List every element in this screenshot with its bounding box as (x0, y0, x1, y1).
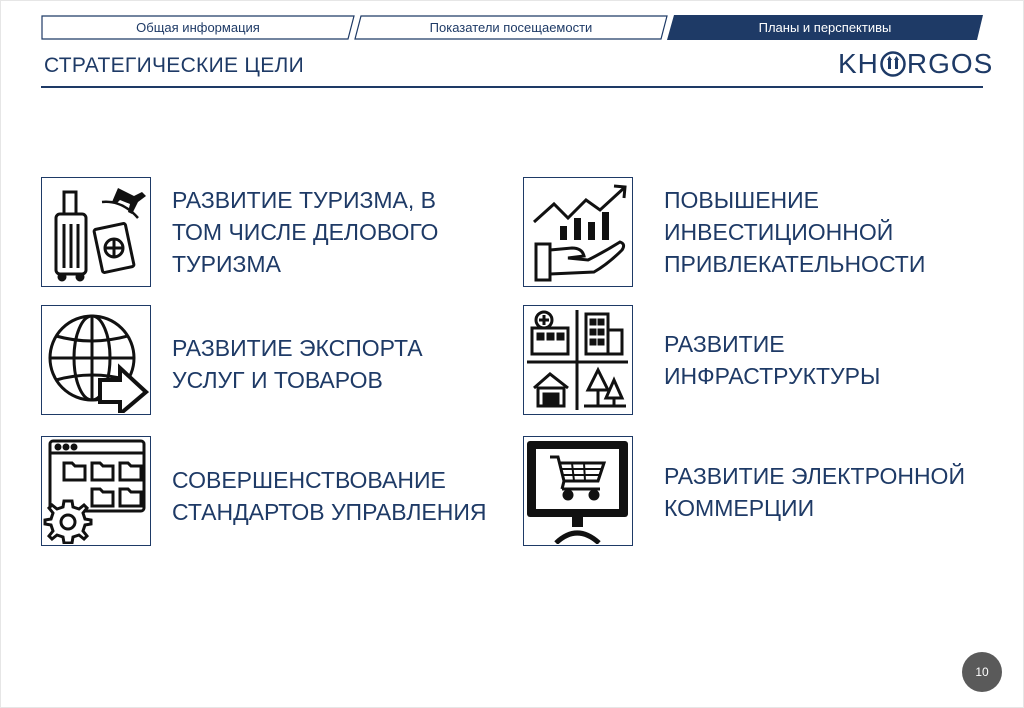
investment-growth-icon (523, 177, 633, 287)
goal-text-line: РАЗВИТИЕ (664, 331, 785, 357)
goal-text-line: СОВЕРШЕНСТВОВАНИЕ (172, 467, 446, 493)
page-title: СТРАТЕГИЧЕСКИЕ ЦЕЛИ (44, 54, 305, 77)
goal-text-line: ТОМ ЧИСЛЕ ДЕЛОВОГО (172, 219, 439, 245)
goal-tourism-text: РАЗВИТИЕ ТУРИЗМА, В ТОМ ЧИСЛЕ ДЕЛОВОГО Т… (172, 184, 438, 280)
goal-infrastructure-text: РАЗВИТИЕ ИНФРАСТРУКТУРЫ (664, 328, 880, 392)
tab-label: Показатели посещаемости (429, 20, 593, 35)
management-standards-icon (41, 436, 151, 546)
goal-text-line: ТУРИЗМА (172, 251, 281, 277)
goal-text-line: РАЗВИТИЕ ЭЛЕКТРОННОЙ (664, 463, 965, 489)
tab-general-info[interactable]: Общая информация (41, 15, 355, 40)
logo-text-start: KH (838, 48, 879, 79)
goal-text-line: ПРИВЛЕКАТЕЛЬНОСТИ (664, 251, 926, 277)
section-tabs: Общая информация Показатели посещаемости… (41, 15, 983, 40)
title-underline (41, 86, 983, 88)
goal-management-text: СОВЕРШЕНСТВОВАНИЕ СТАНДАРТОВ УПРАВЛЕНИЯ (172, 464, 487, 528)
tab-label: Планы и перспективы (758, 20, 892, 35)
tab-label: Общая информация (136, 20, 260, 35)
goal-export-text: РАЗВИТИЕ ЭКСПОРТА УСЛУГ И ТОВАРОВ (172, 332, 423, 396)
globe-export-icon (41, 305, 151, 415)
logo-text-end: RGOS (906, 48, 994, 79)
infrastructure-icon (523, 305, 633, 415)
goal-text-line: ПОВЫШЕНИЕ (664, 187, 820, 213)
page-number-badge: 10 (962, 652, 1002, 692)
goal-text-line: КОММЕРЦИИ (664, 495, 815, 521)
goal-text-line: РАЗВИТИЕ ТУРИЗМА, В (172, 187, 437, 213)
goal-text-line: ИНВЕСТИЦИОННОЙ (664, 219, 894, 245)
ecommerce-icon (523, 436, 633, 546)
goal-text-line: РАЗВИТИЕ ЭКСПОРТА (172, 335, 423, 361)
logo-emblem-icon (880, 51, 906, 77)
tab-attendance[interactable]: Показатели посещаемости (354, 15, 668, 40)
goal-text-line: СТАНДАРТОВ УПРАВЛЕНИЯ (172, 499, 487, 525)
tab-plans[interactable]: Планы и перспективы (667, 15, 983, 40)
goal-investment-text: ПОВЫШЕНИЕ ИНВЕСТИЦИОННОЙ ПРИВЛЕКАТЕЛЬНОС… (664, 184, 925, 280)
goal-text-line: УСЛУГ И ТОВАРОВ (172, 367, 383, 393)
travel-luggage-icon (41, 177, 151, 287)
goal-ecommerce-text: РАЗВИТИЕ ЭЛЕКТРОННОЙ КОММЕРЦИИ (664, 460, 965, 524)
goal-text-line: ИНФРАСТРУКТУРЫ (664, 363, 881, 389)
khorgos-logo: KH RGOS (838, 48, 993, 80)
